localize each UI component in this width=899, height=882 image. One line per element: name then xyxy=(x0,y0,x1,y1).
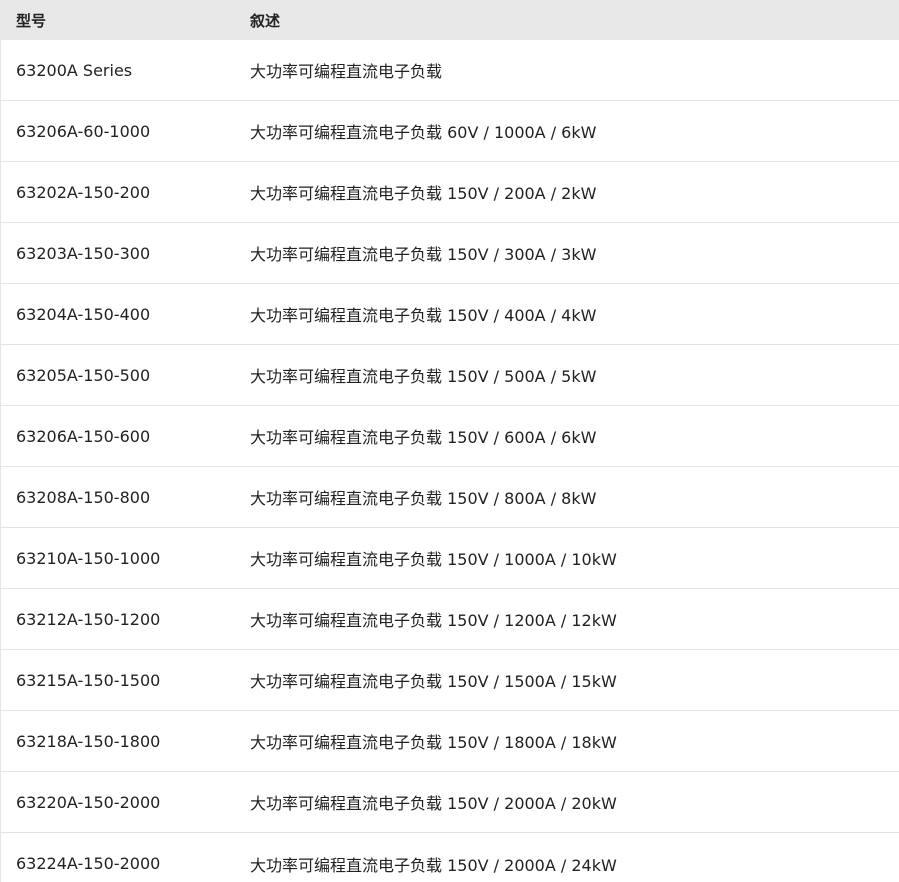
table-row: 63205A-150-500 大功率可编程直流电子负载 150V / 500A /… xyxy=(1,345,899,406)
table-row: 63200A Series 大功率可编程直流电子负载 xyxy=(1,40,899,101)
cell-description: 大功率可编程直流电子负载 150V / 2000A / 20kW xyxy=(250,794,617,813)
cell-model: 63224A-150-2000 xyxy=(16,854,161,873)
table-row: 63206A-60-1000 大功率可编程直流电子负载 60V / 1000A /… xyxy=(1,101,899,162)
cell-model: 63212A-150-1200 xyxy=(16,609,161,629)
table-row: 63210A-150-1000 大功率可编程直流电子负载 150V / 1000A… xyxy=(1,528,899,589)
cell-model: 63220A-150-2000 xyxy=(16,792,161,812)
table-row: 63202A-150-200 大功率可编程直流电子负载 150V / 200A /… xyxy=(1,162,899,223)
cell-model: 63218A-150-1800 xyxy=(16,731,161,751)
table-row: 63215A-150-1500 大功率可编程直流电子负载 150V / 1500A… xyxy=(1,650,899,711)
cell-description: 大功率可编程直流电子负载 150V / 300A / 3kW xyxy=(250,245,597,264)
cell-description: 大功率可编程直流电子负载 150V / 800A / 8kW xyxy=(250,489,597,508)
table-row: 63208A-150-800 大功率可编程直流电子负载 150V / 800A /… xyxy=(1,467,899,528)
cell-description: 大功率可编程直流电子负载 150V / 1500A / 15kW xyxy=(250,672,617,691)
cell-description: 大功率可编程直流电子负载 150V / 200A / 2kW xyxy=(250,184,597,203)
cell-description: 大功率可编程直流电子负载 150V / 600A / 6kW xyxy=(250,428,597,447)
table-row: 63206A-150-600 大功率可编程直流电子负载 150V / 600A /… xyxy=(1,406,899,467)
header-description: 叙述 xyxy=(250,11,281,30)
cell-model: 63200A Series xyxy=(16,60,133,80)
table-header: 型号 叙述 xyxy=(1,0,899,40)
cell-model: 63206A-150-600 xyxy=(16,426,151,446)
cell-description: 大功率可编程直流电子负载 150V / 1000A / 10kW xyxy=(250,550,617,569)
cell-model: 63215A-150-1500 xyxy=(16,670,161,690)
cell-model: 63210A-150-1000 xyxy=(16,548,161,568)
table-row: 63212A-150-1200 大功率可编程直流电子负载 150V / 1200A… xyxy=(1,589,899,650)
table-row: 63218A-150-1800 大功率可编程直流电子负载 150V / 1800A… xyxy=(1,711,899,772)
cell-model: 63206A-60-1000 xyxy=(16,121,151,141)
cell-description: 大功率可编程直流电子负载 xyxy=(250,62,443,81)
cell-description: 大功率可编程直流电子负载 150V / 500A / 5kW xyxy=(250,367,597,386)
cell-description: 大功率可编程直流电子负载 150V / 2000A / 24kW xyxy=(250,855,617,875)
product-table: 型号 叙述 63200A Series 大功率可编程直流电子负载 63206A-60… xyxy=(0,0,899,882)
table-row: 63203A-150-300 大功率可编程直流电子负载 150V / 300A /… xyxy=(1,223,899,284)
table-row: 63224A-150-2000 大功率可编程直流电子负载 150V / 2000A… xyxy=(1,833,899,882)
cell-description: 大功率可编程直流电子负载 60V / 1000A / 6kW xyxy=(250,123,597,142)
cell-model: 63208A-150-800 xyxy=(16,487,151,507)
cell-model: 63202A-150-200 xyxy=(16,182,151,202)
header-model: 型号 xyxy=(16,11,47,30)
cell-description: 大功率可编程直流电子负载 150V / 1800A / 18kW xyxy=(250,733,617,752)
cell-model: 63204A-150-400 xyxy=(16,304,151,324)
cell-description: 大功率可编程直流电子负载 150V / 1200A / 12kW xyxy=(250,611,617,630)
cell-model: 63203A-150-300 xyxy=(16,243,151,263)
cell-description: 大功率可编程直流电子负载 150V / 400A / 4kW xyxy=(250,306,597,325)
table-row: 63220A-150-2000 大功率可编程直流电子负载 150V / 2000A… xyxy=(1,772,899,833)
cell-model: 63205A-150-500 xyxy=(16,365,151,385)
table-row: 63204A-150-400 大功率可编程直流电子负载 150V / 400A /… xyxy=(1,284,899,345)
table-body: 63200A Series 大功率可编程直流电子负载 63206A-60-1000 大… xyxy=(1,40,899,882)
